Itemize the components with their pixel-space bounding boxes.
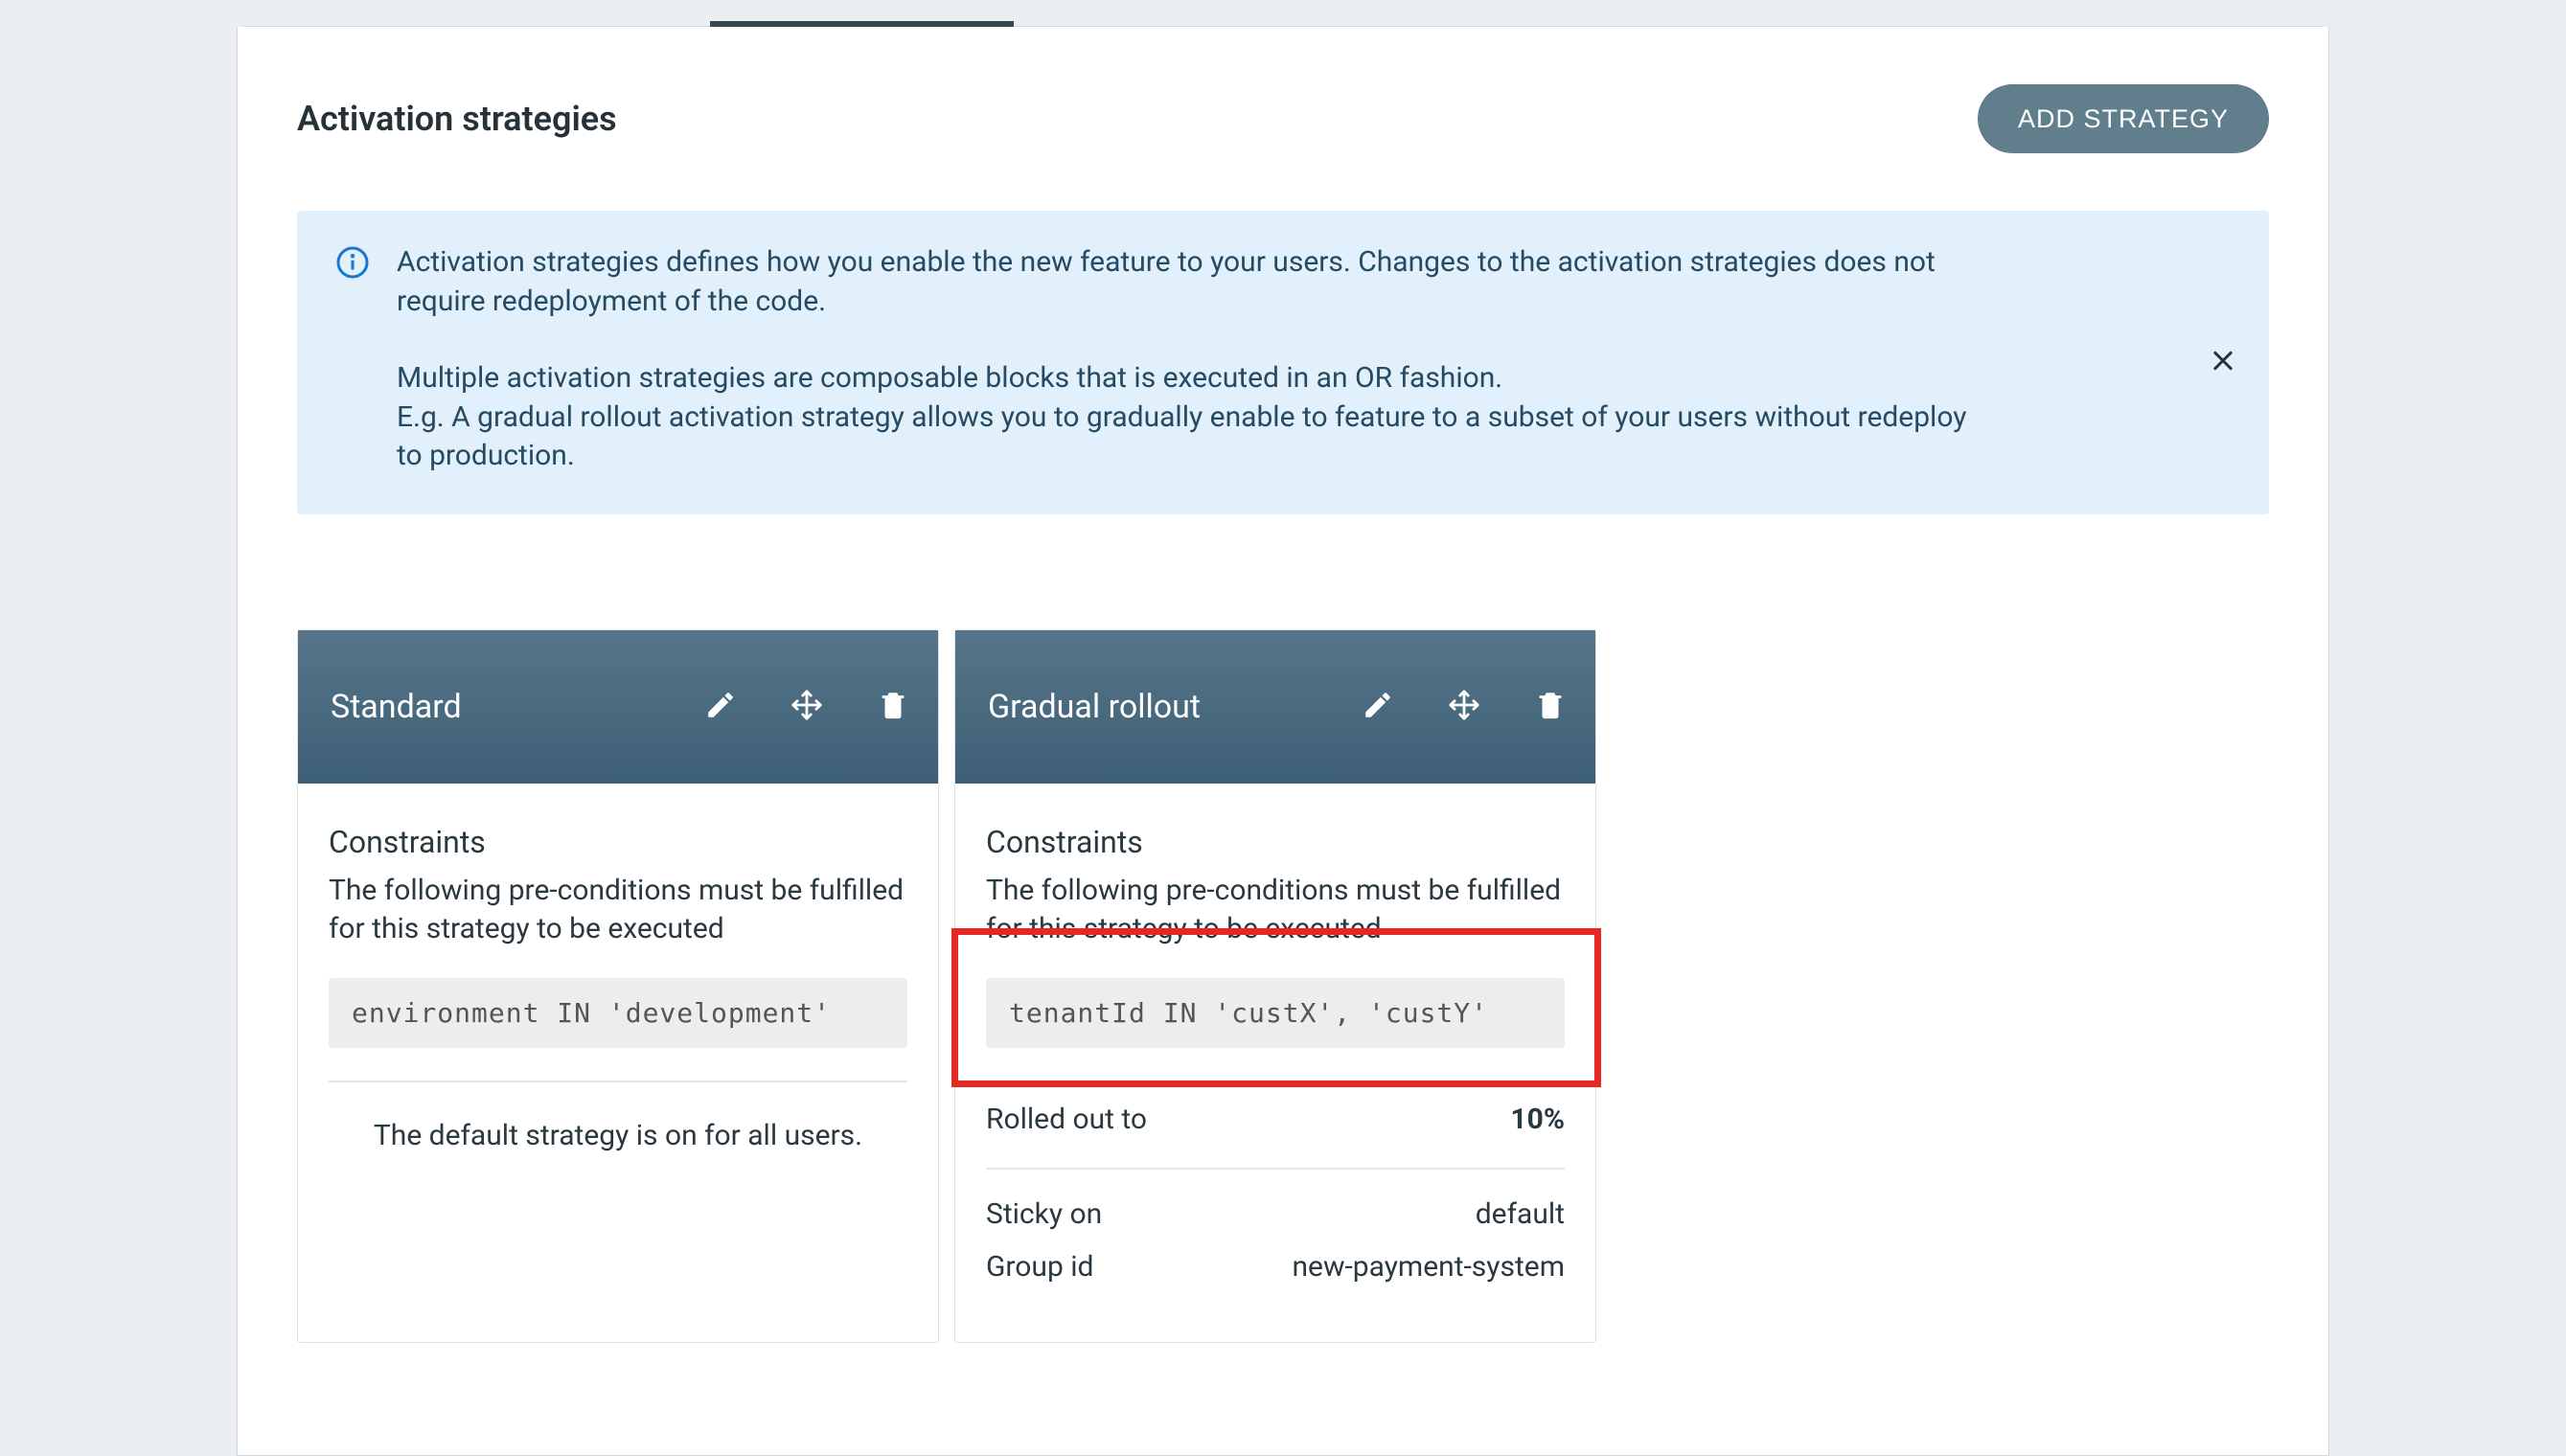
card-body: Constraints The following pre-conditions… xyxy=(955,784,1595,1342)
active-tab-indicator xyxy=(710,21,1014,27)
main-panel: Activation strategies ADD STRATEGY Activ… xyxy=(237,27,2329,1456)
pencil-icon xyxy=(1362,689,1394,724)
move-button[interactable] xyxy=(790,689,823,724)
strategy-cards-row: Standard xyxy=(297,629,2269,1343)
info-paragraph-2: Multiple activation strategies are compo… xyxy=(397,359,1978,476)
constraint-expression: tenantId IN 'custX', 'custY' xyxy=(986,978,1565,1048)
info-paragraph-1: Activation strategies defines how you en… xyxy=(397,243,1978,321)
edit-button[interactable] xyxy=(1362,689,1394,724)
delete-button[interactable] xyxy=(1534,689,1567,724)
rolled-out-label: Rolled out to xyxy=(986,1098,1147,1141)
sticky-on-value: default xyxy=(1476,1193,1565,1236)
constraints-description: The following pre-conditions must be ful… xyxy=(329,872,907,949)
tab-bar xyxy=(243,0,2323,27)
info-banner-text: Activation strategies defines how you en… xyxy=(397,243,1978,476)
group-id-row: Group id new-payment-system xyxy=(986,1245,1565,1288)
constraints-description: The following pre-conditions must be ful… xyxy=(986,872,1565,949)
strategy-card-standard: Standard xyxy=(297,629,939,1343)
strategy-card-gradual-rollout: Gradual rollout xyxy=(954,629,1596,1343)
add-strategy-button[interactable]: ADD STRATEGY xyxy=(1978,84,2269,153)
move-button[interactable] xyxy=(1448,689,1480,724)
page-title: Activation strategies xyxy=(297,99,617,139)
move-icon xyxy=(1448,689,1480,724)
delete-button[interactable] xyxy=(877,689,909,724)
move-icon xyxy=(790,689,823,724)
card-header: Gradual rollout xyxy=(955,630,1595,784)
sticky-on-row: Sticky on default xyxy=(986,1193,1565,1236)
card-header: Standard xyxy=(298,630,938,784)
card-title: Gradual rollout xyxy=(988,688,1201,726)
section-header: Activation strategies ADD STRATEGY xyxy=(297,84,2269,153)
info-banner: Activation strategies defines how you en… xyxy=(297,211,2269,514)
card-divider xyxy=(329,1081,907,1082)
rolled-out-row: Rolled out to 10% xyxy=(986,1098,1565,1170)
card-actions xyxy=(1362,689,1567,724)
constraint-expression: environment IN 'development' xyxy=(329,978,907,1048)
constraints-heading: Constraints xyxy=(986,824,1565,860)
group-id-value: new-payment-system xyxy=(1292,1245,1565,1288)
rolled-out-value: 10% xyxy=(1510,1098,1565,1141)
info-icon xyxy=(335,245,370,280)
card-body: Constraints The following pre-conditions… xyxy=(298,784,938,1196)
close-banner-button[interactable] xyxy=(2210,348,2236,377)
strategy-footer-text: The default strategy is on for all users… xyxy=(329,1109,907,1152)
constraints-heading: Constraints xyxy=(329,824,907,860)
trash-icon xyxy=(1534,689,1567,724)
group-id-label: Group id xyxy=(986,1245,1093,1288)
pencil-icon xyxy=(704,689,737,724)
sticky-on-label: Sticky on xyxy=(986,1193,1102,1236)
card-title: Standard xyxy=(331,688,462,726)
card-actions xyxy=(704,689,909,724)
close-icon xyxy=(2210,363,2236,377)
edit-button[interactable] xyxy=(704,689,737,724)
trash-icon xyxy=(877,689,909,724)
